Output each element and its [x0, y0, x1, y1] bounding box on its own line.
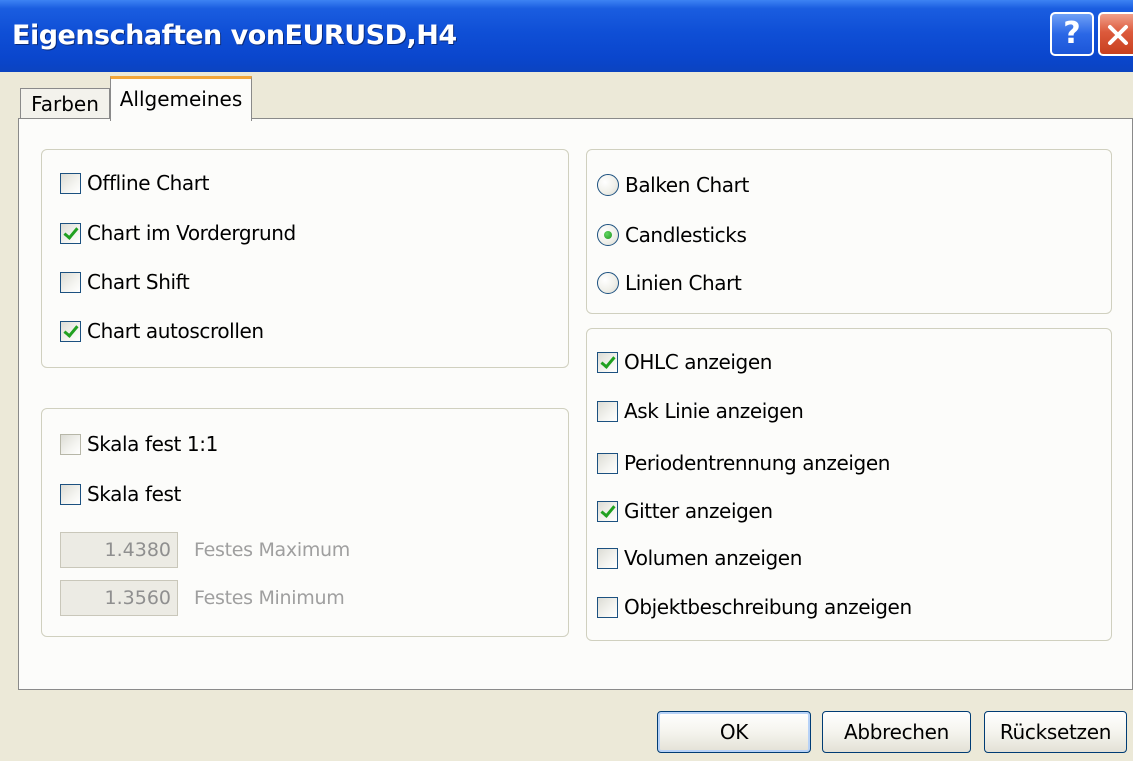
checkbox-box[interactable] — [597, 596, 618, 618]
ok-button[interactable]: OK — [657, 711, 811, 753]
reset-button[interactable]: Rücksetzen — [984, 711, 1127, 753]
radio-button[interactable] — [597, 174, 619, 196]
checkbox-box[interactable] — [60, 271, 81, 293]
chart-shift-checkbox[interactable]: Chart Shift — [60, 267, 190, 297]
window-title: Eigenschaften vonEURUSD,H4 — [12, 20, 457, 51]
chart-options-group: Offline Chart Chart im Vordergrund Chart… — [41, 149, 569, 368]
title-bar[interactable]: Eigenschaften vonEURUSD,H4 ? — [0, 0, 1133, 72]
radio-candlesticks[interactable]: Candlesticks — [597, 220, 747, 250]
radio-label: Linien Chart — [625, 271, 742, 295]
chart-autoscroll-checkbox[interactable]: Chart autoscrollen — [60, 316, 264, 346]
checkbox-box[interactable] — [60, 172, 81, 194]
scale-fixed-1-1-checkbox[interactable]: Skala fest 1:1 — [60, 429, 218, 459]
tab-panel-allgemeines: Offline Chart Chart im Vordergrund Chart… — [18, 118, 1133, 690]
show-volume-checkbox[interactable]: Volumen anzeigen — [597, 543, 802, 573]
cancel-button[interactable]: Abbrechen — [822, 711, 971, 753]
radio-bar-chart[interactable]: Balken Chart — [597, 170, 749, 200]
checkbox-box-checked[interactable] — [597, 351, 618, 373]
checkbox-label: Chart autoscrollen — [87, 319, 264, 343]
close-icon — [1108, 25, 1128, 45]
checkbox-label: Periodentrennung anzeigen — [624, 451, 890, 475]
checkbox-box[interactable] — [597, 400, 618, 422]
checkbox-label: Skala fest 1:1 — [87, 432, 218, 456]
checkbox-box-checked[interactable] — [60, 320, 81, 342]
show-grid-checkbox[interactable]: Gitter anzeigen — [597, 496, 773, 526]
show-period-separators-checkbox[interactable]: Periodentrennung anzeigen — [597, 448, 890, 478]
close-button[interactable] — [1098, 12, 1133, 56]
fixed-maximum-input[interactable]: 1.4380 — [60, 532, 178, 568]
radio-label: Candlesticks — [625, 223, 747, 247]
chart-foreground-checkbox[interactable]: Chart im Vordergrund — [60, 218, 296, 248]
radio-label: Balken Chart — [625, 173, 749, 197]
show-ohlc-checkbox[interactable]: OHLC anzeigen — [597, 347, 772, 377]
scale-fixed-checkbox[interactable]: Skala fest — [60, 479, 181, 509]
show-ask-line-checkbox[interactable]: Ask Linie anzeigen — [597, 396, 804, 426]
help-button[interactable]: ? — [1050, 12, 1094, 56]
offline-chart-checkbox[interactable]: Offline Chart — [60, 168, 209, 198]
scale-options-group: Skala fest 1:1 Skala fest 1.4380 Festes … — [41, 408, 569, 637]
properties-dialog: Eigenschaften vonEURUSD,H4 ? Farben Allg… — [0, 0, 1133, 761]
radio-button[interactable] — [597, 272, 619, 294]
chart-type-group: Balken Chart Candlesticks Linien Chart — [586, 149, 1112, 314]
checkbox-box-checked[interactable] — [597, 500, 618, 522]
tab-farben[interactable]: Farben — [20, 88, 110, 120]
checkbox-label: Skala fest — [87, 482, 181, 506]
tab-allgemeines[interactable]: Allgemeines — [110, 76, 252, 121]
checkbox-label: Chart im Vordergrund — [87, 221, 296, 245]
radio-line-chart[interactable]: Linien Chart — [597, 268, 742, 298]
fixed-minimum-label: Festes Minimum — [194, 587, 345, 609]
fixed-minimum-input[interactable]: 1.3560 — [60, 580, 178, 616]
checkbox-box[interactable] — [60, 433, 81, 455]
checkbox-label: OHLC anzeigen — [624, 350, 773, 374]
checkbox-label: Ask Linie anzeigen — [624, 399, 804, 423]
checkbox-label: Chart Shift — [87, 270, 190, 294]
show-object-descriptions-checkbox[interactable]: Objektbeschreibung anzeigen — [597, 592, 912, 622]
checkbox-label: Volumen anzeigen — [624, 546, 802, 570]
fixed-maximum-label: Festes Maximum — [194, 539, 350, 561]
help-icon: ? — [1063, 16, 1081, 51]
checkbox-box[interactable] — [60, 483, 81, 505]
checkbox-box[interactable] — [597, 547, 618, 569]
display-options-group: OHLC anzeigen Ask Linie anzeigen Periode… — [586, 328, 1112, 641]
checkbox-label: Gitter anzeigen — [624, 499, 773, 523]
checkbox-label: Offline Chart — [87, 171, 210, 195]
checkbox-label: Objektbeschreibung anzeigen — [624, 595, 912, 619]
radio-button-selected[interactable] — [597, 224, 619, 246]
checkbox-box-checked[interactable] — [60, 222, 81, 244]
checkbox-box[interactable] — [597, 452, 618, 474]
